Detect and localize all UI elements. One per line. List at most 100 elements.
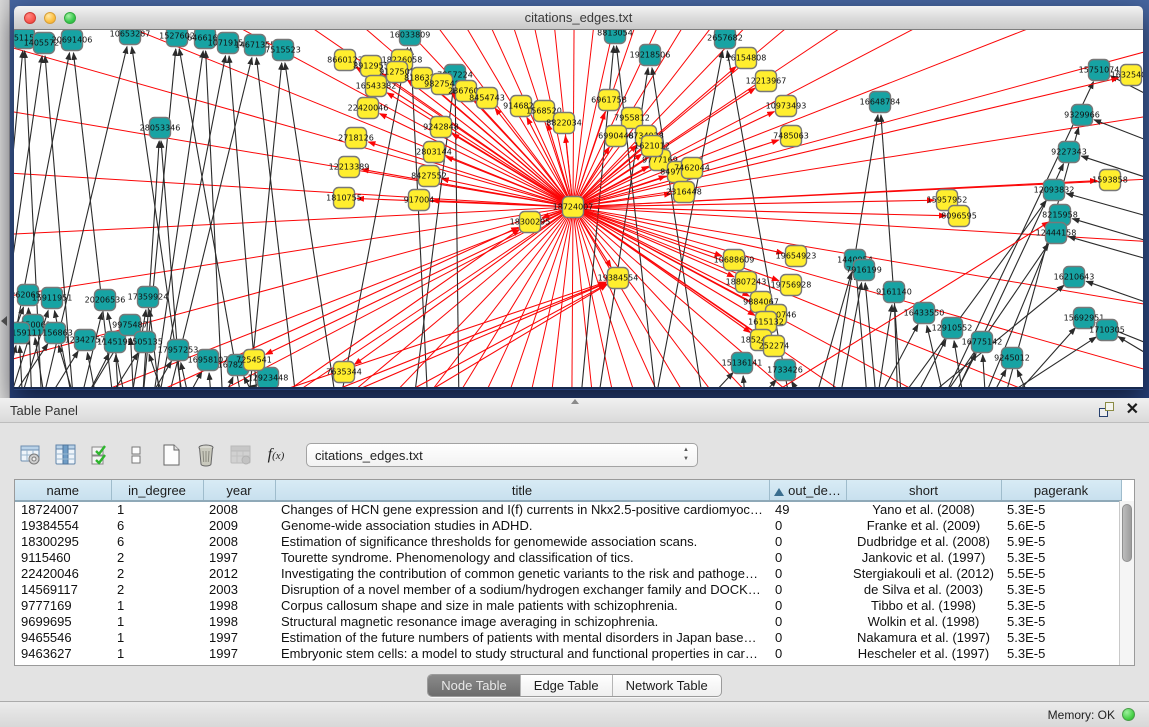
black-edge[interactable] [983,355,986,389]
pane-collapse-arrow-icon[interactable] [1,316,7,326]
red-edge[interactable] [419,207,573,389]
black-edge[interactable] [87,353,98,389]
cell-name[interactable]: 9777169 [15,598,111,614]
cell-year[interactable]: 1997 [203,550,275,566]
cell-short[interactable]: Hescheler et al. (1997) [846,646,1001,662]
cell-pagerank[interactable]: 5.3E-5 [1001,550,1121,566]
cell-in_degree[interactable]: 2 [111,582,203,598]
black-edge[interactable] [179,49,243,389]
cell-short[interactable]: Jankovic et al. (1997) [846,550,1001,566]
black-edge[interactable] [881,115,902,389]
red-edge[interactable] [573,207,779,281]
black-edge[interactable] [256,58,297,389]
graph-node[interactable]: 252274 [759,336,790,357]
cell-name[interactable]: 14569117 [15,582,111,598]
table-row[interactable]: 1872400712008Changes of HCN gene express… [15,501,1121,518]
graph-node[interactable]: 1733426 [767,360,803,381]
graph-node[interactable]: 16154808 [726,48,767,69]
cell-out_degree[interactable]: 0 [769,598,846,614]
cell-year[interactable]: 2012 [203,566,275,582]
table-row[interactable]: 2242004622012Investigating the contribut… [15,566,1121,582]
graph-node[interactable]: 19218506 [630,45,671,66]
table-row[interactable]: 969969511998Structural magnetic resonanc… [15,614,1121,630]
graph-node[interactable]: 2657682 [707,30,743,49]
graph-node[interactable]: 10688609 [714,250,755,271]
graph-node[interactable]: 1593858 [1092,170,1128,191]
table-mode-icon[interactable] [18,442,44,468]
cell-pagerank[interactable]: 5.9E-5 [1001,534,1121,550]
cell-name[interactable]: 9115460 [15,550,111,566]
cell-title[interactable]: Embryonic stem cells: a model to study s… [275,646,769,662]
red-edge[interactable] [573,207,734,277]
cell-out_degree[interactable]: 0 [769,630,846,646]
cell-short[interactable]: Franke et al. (2009) [846,518,1001,534]
graph-node[interactable]: 12213967 [746,71,787,92]
cell-out_degree[interactable]: 0 [769,566,846,582]
column-visibility-icon[interactable] [53,442,79,468]
cell-title[interactable]: Structural magnetic resonance image aver… [275,614,769,630]
black-edge[interactable] [1067,194,1143,218]
cell-pagerank[interactable]: 5.3E-5 [1001,614,1121,630]
black-edge[interactable] [813,273,851,389]
black-edge[interactable] [910,340,946,389]
window-titlebar[interactable]: citations_edges.txt [14,6,1143,30]
table-row[interactable]: 911546021997Tourette syndrome. Phenomeno… [15,550,1121,566]
cell-in_degree[interactable]: 1 [111,614,203,630]
cell-year[interactable]: 1998 [203,614,275,630]
table-scrollbar-thumb[interactable] [1122,504,1132,562]
graph-node[interactable]: 17359924 [128,287,169,308]
graph-node[interactable]: 12910552 [932,318,973,339]
table-row[interactable]: 1938455462009Genome-wide association stu… [15,518,1121,534]
cell-title[interactable]: Changes of HCN gene expression and I(f) … [275,501,769,518]
cell-name[interactable]: 9465546 [15,630,111,646]
black-edge[interactable] [1086,281,1143,305]
cell-title[interactable]: Disruption of a novel member of a sodium… [275,582,769,598]
cell-short[interactable]: Dudbridge et al. (2008) [846,534,1001,550]
cell-name[interactable]: 9463627 [15,646,111,662]
black-edge[interactable] [285,63,337,389]
cell-in_degree[interactable]: 6 [111,518,203,534]
table-selector-dropdown[interactable]: citations_edges.txt ▲▼ [306,443,698,467]
graph-node[interactable]: 7635344 [326,362,362,383]
red-edge[interactable] [573,181,1097,207]
graph-node[interactable]: 917004 [404,190,435,211]
red-edge[interactable] [573,207,783,253]
cell-name[interactable]: 22420046 [15,566,111,582]
cell-pagerank[interactable]: 5.3E-5 [1001,501,1121,518]
column-header-year[interactable]: year [203,480,275,501]
graph-node[interactable]: 16648784 [860,92,901,113]
black-edge[interactable] [743,376,746,389]
cell-name[interactable]: 9699695 [15,614,111,630]
cell-name[interactable]: 18300295 [15,534,111,550]
black-edge[interactable] [248,63,282,389]
close-panel-icon[interactable]: ✕ [1126,402,1139,417]
cell-year[interactable]: 2003 [203,582,275,598]
graph-node[interactable]: 8813054 [597,30,633,44]
cell-title[interactable]: Genome-wide association studies in ADHD. [275,518,769,534]
column-header-pagerank[interactable]: pagerank [1001,480,1121,501]
cell-out_degree[interactable]: 0 [769,614,846,630]
cell-short[interactable]: Yano et al. (2008) [846,501,1001,518]
graph-node[interactable]: 19756928 [771,275,812,296]
clear-selection-icon[interactable] [123,442,149,468]
cell-pagerank[interactable]: 5.6E-5 [1001,518,1121,534]
cell-year[interactable]: 1998 [203,598,275,614]
table-row[interactable]: 977716911998Corpus callosum shape and si… [15,598,1121,614]
black-edge[interactable] [654,51,723,389]
black-edge[interactable] [876,305,892,389]
graph-node[interactable]: 7485063 [773,126,809,147]
network-canvas[interactable]: 2051152614055724206914061065328715276026… [14,30,1143,389]
cell-pagerank[interactable]: 5.5E-5 [1001,566,1121,582]
cell-year[interactable]: 1997 [203,646,275,662]
graph-node[interactable]: 2718126 [338,128,374,149]
black-edge[interactable] [865,283,877,389]
cell-year[interactable]: 2009 [203,518,275,534]
table-row[interactable]: 1830029562008Estimation of significance … [15,534,1121,550]
table-row[interactable]: 946554611997Estimation of the future num… [15,630,1121,646]
split-pane-edge[interactable] [0,0,10,398]
graph-node[interactable]: 12213389 [329,157,370,178]
tab-network-table[interactable]: Network Table [613,675,721,696]
cell-title[interactable]: Investigating the contribution of common… [275,566,769,582]
table-row[interactable]: 1456911722003Disruption of a novel membe… [15,582,1121,598]
select-all-icon[interactable] [88,442,114,468]
